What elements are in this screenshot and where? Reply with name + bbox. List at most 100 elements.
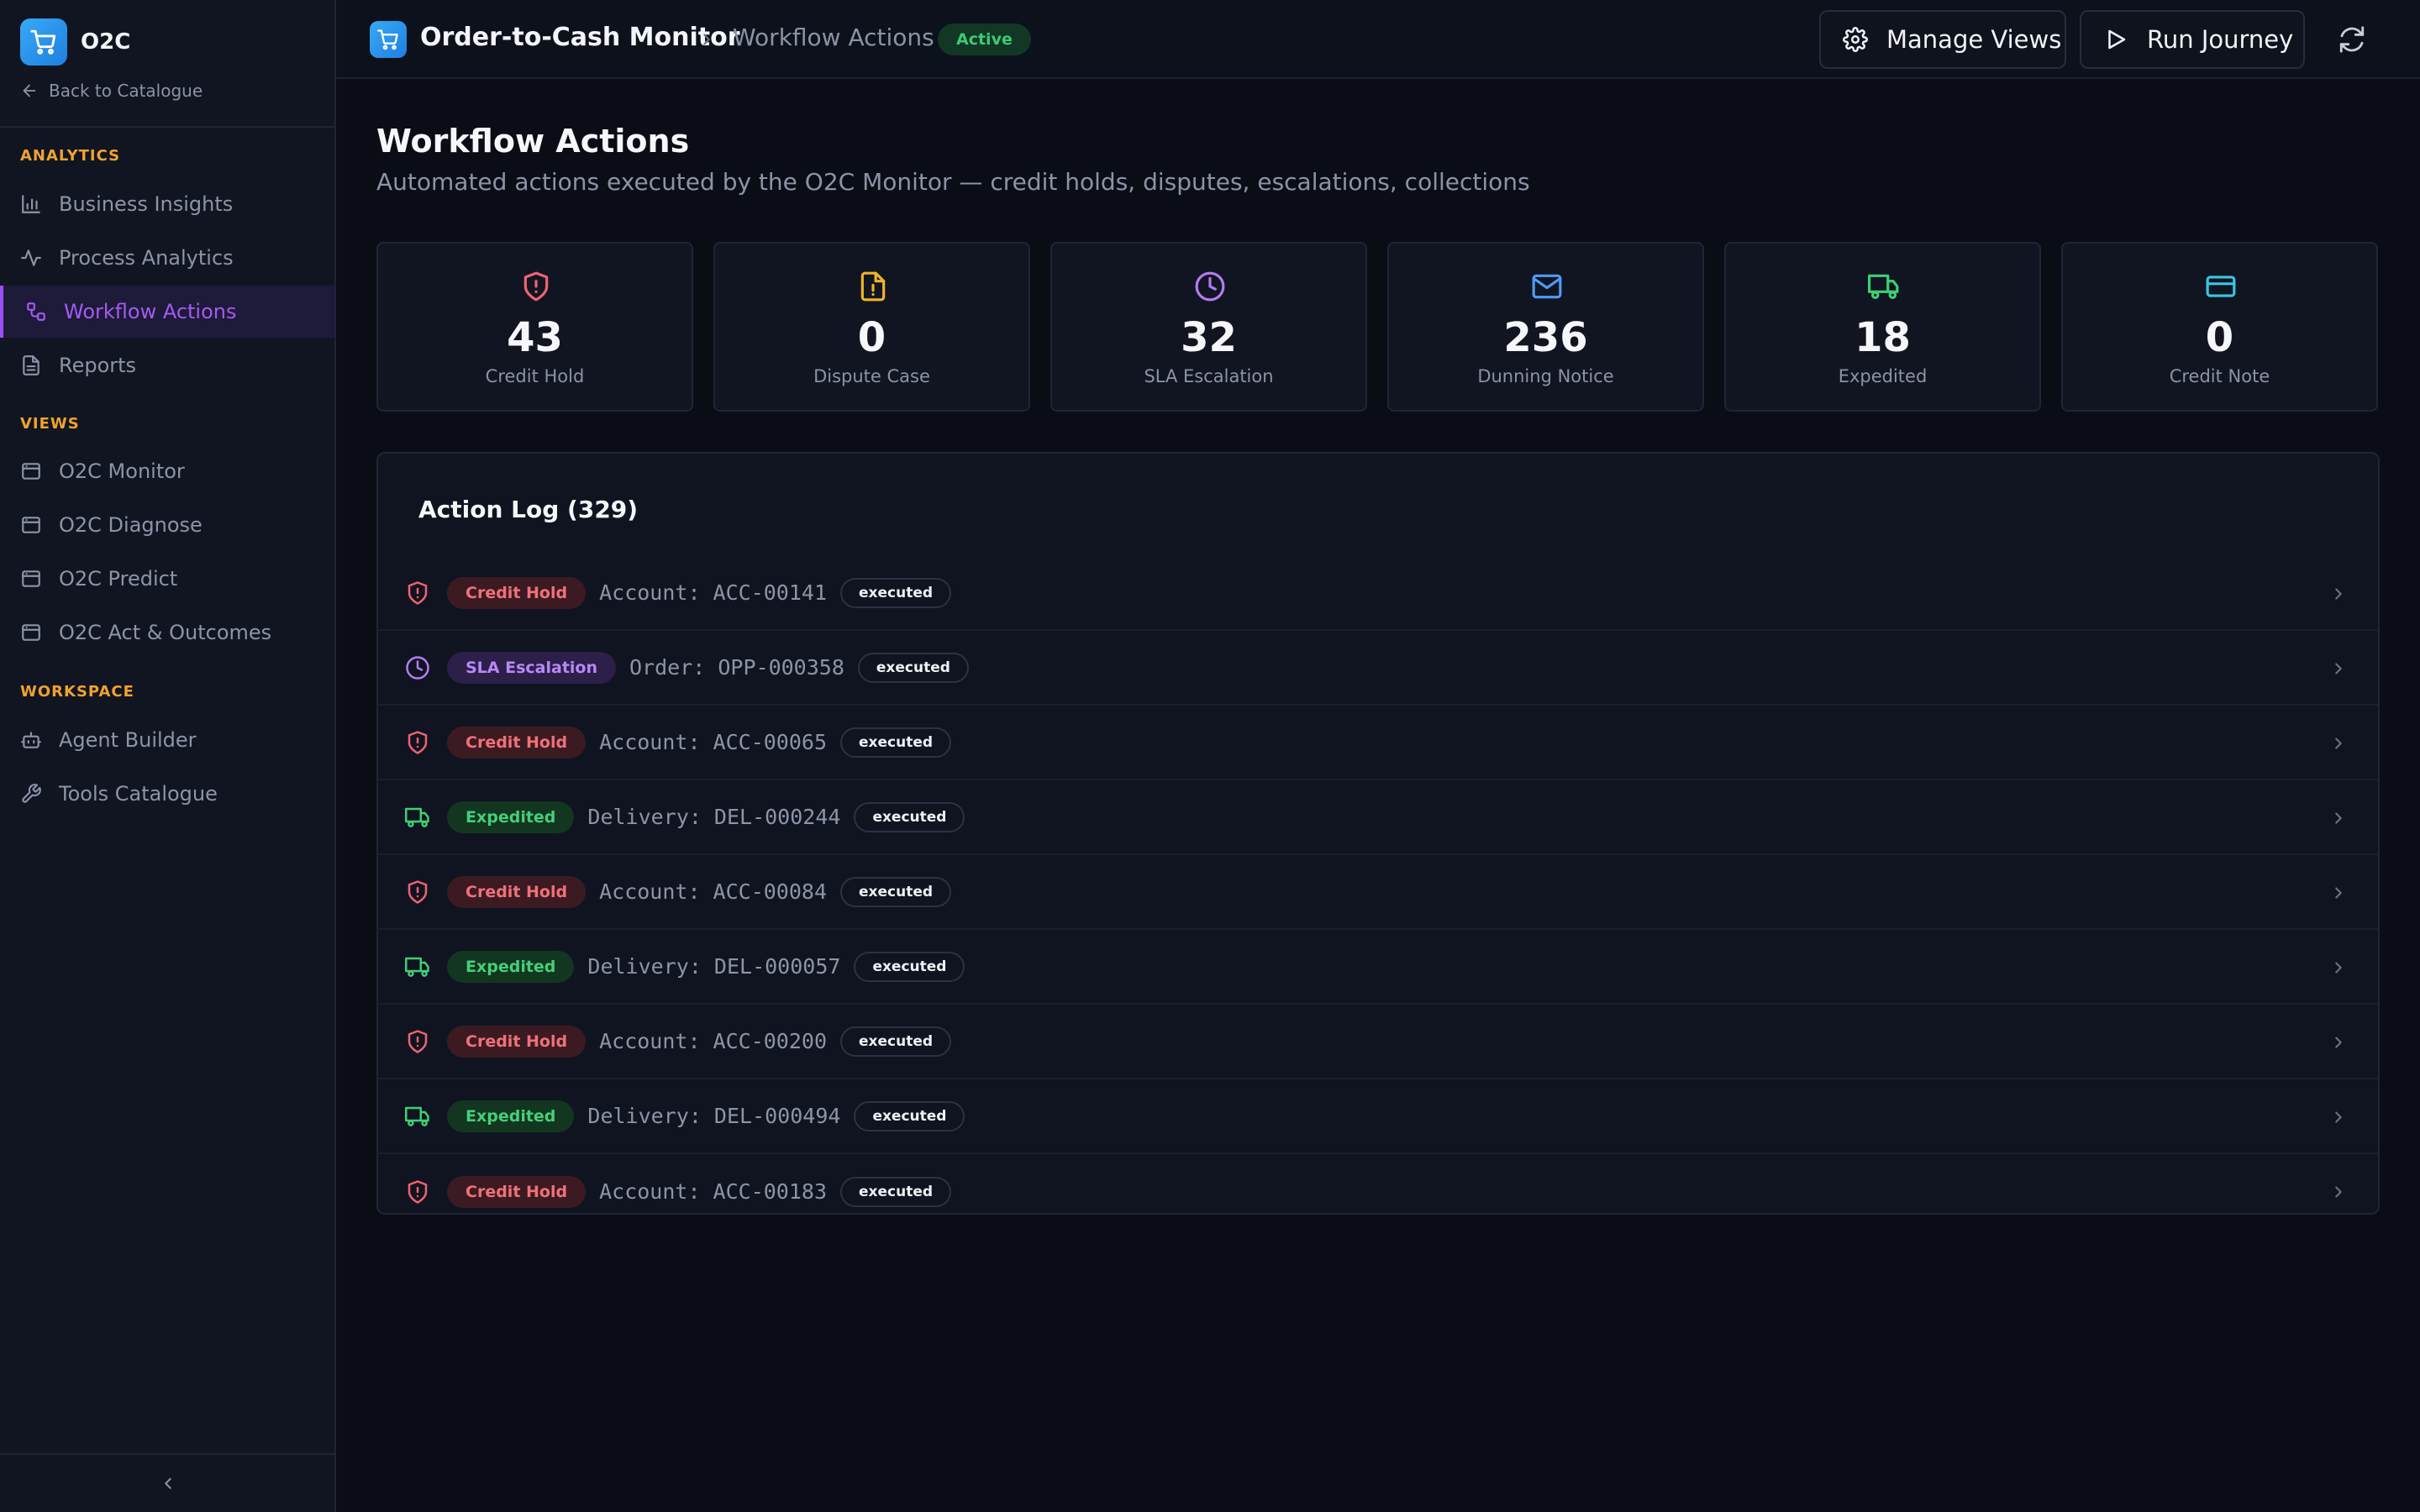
stat-label: SLA Escalation <box>1144 366 1274 386</box>
app-name: O2C <box>81 29 131 55</box>
wrench-icon <box>20 783 42 805</box>
page-subtitle: Automated actions executed by the O2C Mo… <box>376 168 1530 196</box>
action-target: Delivery: DEL-000244 <box>587 805 841 829</box>
sidebar-divider <box>0 126 334 128</box>
status-badge: executed <box>840 577 952 608</box>
table-row[interactable]: Expedited Delivery: DEL-000494 executed <box>378 1079 2378 1154</box>
table-row[interactable]: Expedited Delivery: DEL-000057 executed <box>378 930 2378 1005</box>
action-type-badge: Expedited <box>447 1100 575 1132</box>
sidebar-item-workflow-actions[interactable]: Workflow Actions <box>0 286 334 338</box>
table-row[interactable]: SLA Escalation Order: OPP-000358 executed <box>378 631 2378 706</box>
back-link-label: Back to Catalogue <box>49 81 203 101</box>
workflow-icon <box>25 301 47 323</box>
table-row[interactable]: Expedited Delivery: DEL-000244 executed <box>378 780 2378 855</box>
table-row[interactable]: Credit Hold Account: ACC-00141 executed <box>378 556 2378 631</box>
document-icon <box>20 354 42 376</box>
top-bar: Order-to-Cash Monitor Workflow Actions A… <box>336 0 2420 79</box>
refresh-button[interactable] <box>2338 25 2366 54</box>
action-type-badge: Credit Hold <box>447 726 587 759</box>
stat-value: 236 <box>1503 314 1588 361</box>
chevron-right-icon[interactable] <box>2329 585 2348 603</box>
stat-value: 43 <box>507 314 563 361</box>
table-row[interactable]: Credit Hold Account: ACC-00065 executed <box>378 706 2378 780</box>
window-icon <box>20 622 42 643</box>
stat-value: 32 <box>1181 314 1237 361</box>
table-row[interactable]: Credit Hold Account: ACC-00084 executed <box>378 855 2378 930</box>
mail-icon <box>1531 270 1563 302</box>
action-type-badge: Credit Hold <box>447 1175 587 1208</box>
run-journey-label: Run Journey <box>2147 25 2294 54</box>
action-target: Account: ACC-00200 <box>599 1029 828 1053</box>
stat-card-dispute-case[interactable]: 0 Dispute Case <box>713 242 1030 412</box>
chevron-right-icon[interactable] <box>2329 659 2348 678</box>
stat-label: Credit Hold <box>485 366 585 386</box>
status-badge: executed <box>854 951 965 982</box>
sidebar-item-process-analytics[interactable]: Process Analytics <box>0 232 334 284</box>
stat-label: Dunning Notice <box>1477 366 1614 386</box>
bar-chart-icon <box>20 193 42 215</box>
chevron-right-icon[interactable] <box>2329 1108 2348 1126</box>
shield-alert-icon <box>405 1179 430 1205</box>
action-target: Account: ACC-00141 <box>599 580 828 605</box>
status-badge: executed <box>840 1026 952 1057</box>
window-icon <box>20 568 42 590</box>
sidebar-item-tools-catalogue[interactable]: Tools Catalogue <box>0 768 334 820</box>
chevron-right-icon[interactable] <box>2329 1183 2348 1201</box>
action-target: Order: OPP-000358 <box>629 655 844 680</box>
sidebar-item-label: O2C Predict <box>59 567 178 591</box>
stat-label: Credit Note <box>2169 366 2270 386</box>
shield-alert-icon <box>405 879 430 905</box>
sidebar-item-label: O2C Monitor <box>59 459 185 483</box>
app-title[interactable]: Order-to-Cash Monitor <box>420 23 740 52</box>
refresh-icon <box>2338 25 2366 54</box>
sidebar-item-business-insights[interactable]: Business Insights <box>0 178 334 230</box>
status-badge: Active <box>938 24 1031 55</box>
chevron-right-icon[interactable] <box>2329 958 2348 977</box>
arrow-left-icon <box>20 81 39 100</box>
cart-icon <box>20 18 67 66</box>
brand[interactable]: O2C <box>20 18 130 66</box>
run-journey-button[interactable]: Run Journey <box>2080 10 2305 69</box>
sidebar-item-agent-builder[interactable]: Agent Builder <box>0 714 334 766</box>
sidebar-item-o2c-monitor[interactable]: O2C Monitor <box>0 445 334 497</box>
chevron-right-icon[interactable] <box>2329 734 2348 753</box>
action-log-panel: Action Log (329) Credit Hold Account: ACC… <box>376 452 2380 1215</box>
shield-alert-icon <box>405 1029 430 1054</box>
sidebar-item-label: Agent Builder <box>59 728 197 752</box>
chevron-right-icon <box>697 30 716 49</box>
chevron-right-icon[interactable] <box>2329 1033 2348 1052</box>
sidebar-item-label: Tools Catalogue <box>59 782 218 806</box>
window-icon <box>20 460 42 482</box>
manage-views-button[interactable]: Manage Views <box>1819 10 2066 69</box>
stat-card-sla-escalation[interactable]: 32 SLA Escalation <box>1050 242 1367 412</box>
stat-card-expedited[interactable]: 18 Expedited <box>1724 242 2041 412</box>
stat-card-credit-hold[interactable]: 43 Credit Hold <box>376 242 693 412</box>
truck-icon <box>405 1104 430 1129</box>
credit-card-icon <box>2205 270 2237 302</box>
stat-card-credit-note[interactable]: 0 Credit Note <box>2061 242 2378 412</box>
sidebar-item-label: Process Analytics <box>59 246 234 270</box>
shield-alert-icon <box>405 730 430 755</box>
sidebar-item-o2c-act-outcomes[interactable]: O2C Act & Outcomes <box>0 606 334 659</box>
action-log-list: Credit Hold Account: ACC-00141 executed SLA… <box>378 556 2378 1213</box>
back-to-catalogue-link[interactable]: Back to Catalogue <box>20 81 203 101</box>
window-icon <box>20 514 42 536</box>
cart-icon <box>370 21 407 58</box>
chevron-right-icon[interactable] <box>2329 884 2348 902</box>
sidebar-item-label: Business Insights <box>59 192 234 216</box>
sidebar-item-o2c-diagnose[interactable]: O2C Diagnose <box>0 499 334 551</box>
status-badge: executed <box>840 727 952 758</box>
sidebar-item-reports[interactable]: Reports <box>0 339 334 391</box>
sidebar: O2C Back to Catalogue ANALYTICS Business… <box>0 0 336 1512</box>
sidebar-item-label: O2C Diagnose <box>59 513 203 537</box>
clock-icon <box>1194 270 1226 302</box>
table-row[interactable]: Credit Hold Account: ACC-00183 executed <box>378 1154 2378 1213</box>
stat-label: Dispute Case <box>813 366 930 386</box>
chevron-left-icon <box>159 1474 177 1493</box>
collapse-sidebar-button[interactable] <box>159 1474 177 1493</box>
file-alert-icon <box>857 270 889 302</box>
sidebar-item-o2c-predict[interactable]: O2C Predict <box>0 553 334 605</box>
chevron-right-icon[interactable] <box>2329 809 2348 827</box>
stat-card-dunning-notice[interactable]: 236 Dunning Notice <box>1387 242 1704 412</box>
table-row[interactable]: Credit Hold Account: ACC-00200 executed <box>378 1005 2378 1079</box>
